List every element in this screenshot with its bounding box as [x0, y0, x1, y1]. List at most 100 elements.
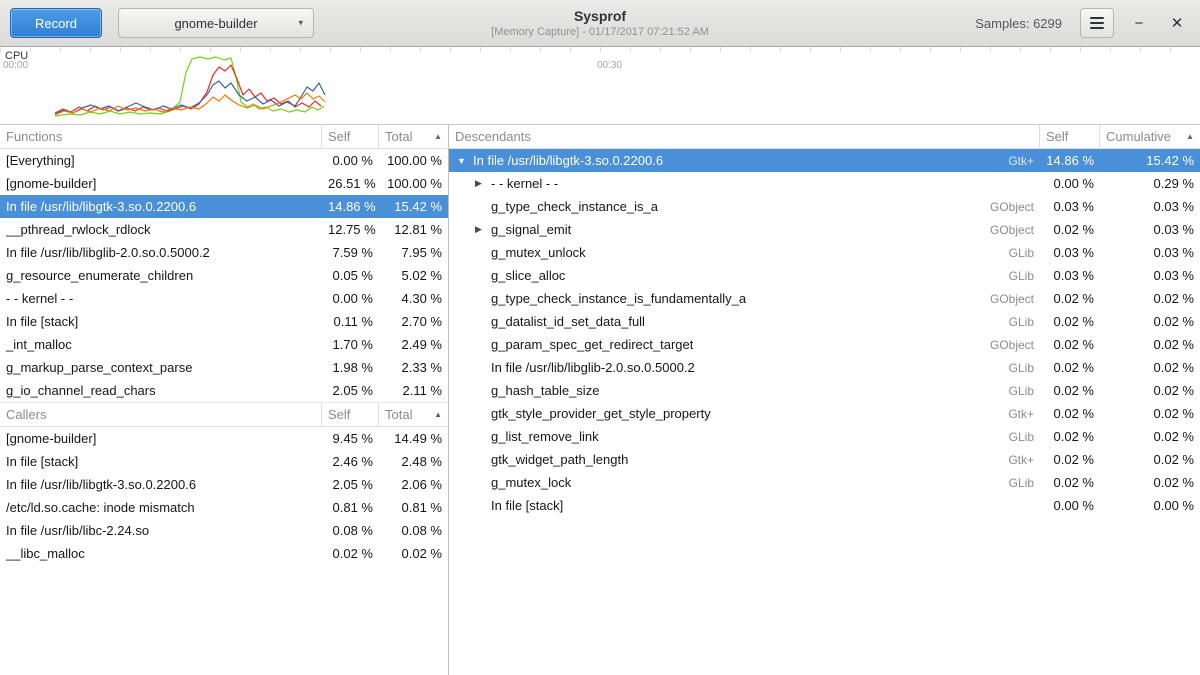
- close-button[interactable]: ✕: [1164, 10, 1190, 36]
- descendants-row[interactable]: In file /usr/lib/libglib-2.0.so.0.5000.2…: [449, 356, 1200, 379]
- self-percent: 0.02 %: [1040, 360, 1100, 375]
- descendants-row[interactable]: gtk_style_provider_get_style_propertyGtk…: [449, 402, 1200, 425]
- descendant-name: g_mutex_unlock: [449, 245, 968, 260]
- descendants-row[interactable]: ▶g_signal_emitGObject0.02 %0.03 %: [449, 218, 1200, 241]
- descendants-row[interactable]: g_slice_allocGLib0.03 %0.03 %: [449, 264, 1200, 287]
- column-header-cumulative[interactable]: Cumulative ▲: [1100, 125, 1200, 148]
- column-header-self[interactable]: Self: [1040, 125, 1100, 148]
- time-label-mid: 00:30: [597, 60, 622, 71]
- callers-row[interactable]: [gnome-builder]9.45 %14.49 %: [0, 427, 448, 450]
- self-percent: 0.02 %: [1040, 475, 1100, 490]
- callers-row[interactable]: In file [stack]2.46 %2.48 %: [0, 450, 448, 473]
- cumulative-percent: 0.02 %: [1100, 452, 1200, 467]
- function-name: In file [stack]: [0, 314, 322, 329]
- function-name: g_hash_table_size: [491, 383, 599, 398]
- expander-closed-icon[interactable]: ▶: [475, 224, 491, 235]
- column-header-callers[interactable]: Callers: [0, 403, 322, 426]
- function-name: g_mutex_unlock: [491, 245, 586, 260]
- descendant-name: In file [stack]: [449, 498, 968, 513]
- self-percent: 0.08 %: [322, 523, 379, 538]
- self-percent: 26.51 %: [322, 176, 379, 191]
- callers-row[interactable]: In file /usr/lib/libc-2.24.so0.08 %0.08 …: [0, 519, 448, 542]
- cpu-timeline[interactable]: CPU 00:00 00:30: [0, 47, 1200, 125]
- self-percent: 2.46 %: [322, 454, 379, 469]
- functions-row[interactable]: In file /usr/lib/libglib-2.0.so.0.5000.2…: [0, 241, 448, 264]
- descendant-name: g_mutex_lock: [449, 475, 968, 490]
- column-header-total[interactable]: Total ▲: [379, 125, 448, 148]
- functions-row[interactable]: [Everything]0.00 %100.00 %: [0, 149, 448, 172]
- functions-row[interactable]: [gnome-builder]26.51 %100.00 %: [0, 172, 448, 195]
- column-header-total[interactable]: Total ▲: [379, 403, 448, 426]
- left-pane: Functions Self Total ▲ [Everything]0.00 …: [0, 125, 449, 675]
- descendants-row[interactable]: gtk_widget_path_lengthGtk+0.02 %0.02 %: [449, 448, 1200, 471]
- expander-closed-icon[interactable]: ▶: [475, 178, 491, 189]
- descendant-name: g_slice_alloc: [449, 268, 968, 283]
- functions-row[interactable]: In file /usr/lib/libgtk-3.so.0.2200.614.…: [0, 195, 448, 218]
- callers-table-header: Callers Self Total ▲: [0, 402, 448, 427]
- process-selector-dropdown[interactable]: gnome-builder ▾: [118, 8, 314, 38]
- descendant-name: g_type_check_instance_is_fundamentally_a: [449, 291, 968, 306]
- function-name: g_markup_parse_context_parse: [0, 360, 322, 375]
- self-percent: 0.11 %: [322, 314, 379, 329]
- descendants-row[interactable]: ▶- - kernel - -0.00 %0.29 %: [449, 172, 1200, 195]
- library-tag: GLib: [968, 246, 1040, 260]
- descendants-row[interactable]: g_hash_table_sizeGLib0.02 %0.02 %: [449, 379, 1200, 402]
- descendants-row[interactable]: g_mutex_unlockGLib0.03 %0.03 %: [449, 241, 1200, 264]
- function-name: In file /usr/lib/libgtk-3.so.0.2200.6: [0, 477, 322, 492]
- self-percent: 0.02 %: [1040, 314, 1100, 329]
- menu-button[interactable]: [1080, 8, 1114, 38]
- callers-row[interactable]: __libc_malloc0.02 %0.02 %: [0, 542, 448, 565]
- self-percent: 0.02 %: [1040, 452, 1100, 467]
- descendants-row[interactable]: In file [stack]0.00 %0.00 %: [449, 494, 1200, 517]
- self-percent: 0.02 %: [1040, 222, 1100, 237]
- descendant-name: g_datalist_id_set_data_full: [449, 314, 968, 329]
- functions-row[interactable]: g_resource_enumerate_children0.05 %5.02 …: [0, 264, 448, 287]
- functions-row[interactable]: In file [stack]0.11 %2.70 %: [0, 310, 448, 333]
- self-percent: 0.02 %: [1040, 406, 1100, 421]
- self-percent: 0.02 %: [1040, 291, 1100, 306]
- sort-arrow-icon: ▲: [428, 132, 442, 141]
- self-percent: 7.59 %: [322, 245, 379, 260]
- column-header-functions[interactable]: Functions: [0, 125, 322, 148]
- descendants-row[interactable]: g_datalist_id_set_data_fullGLib0.02 %0.0…: [449, 310, 1200, 333]
- descendants-row[interactable]: g_type_check_instance_is_aGObject0.03 %0…: [449, 195, 1200, 218]
- descendants-row[interactable]: g_param_spec_get_redirect_targetGObject0…: [449, 333, 1200, 356]
- functions-row[interactable]: _int_malloc1.70 %2.49 %: [0, 333, 448, 356]
- descendants-row[interactable]: g_mutex_lockGLib0.02 %0.02 %: [449, 471, 1200, 494]
- column-label: Self: [1046, 129, 1068, 144]
- functions-table: Functions Self Total ▲ [Everything]0.00 …: [0, 125, 448, 402]
- total-percent: 100.00 %: [379, 153, 448, 168]
- total-percent: 100.00 %: [379, 176, 448, 191]
- callers-row[interactable]: In file /usr/lib/libgtk-3.so.0.2200.62.0…: [0, 473, 448, 496]
- descendants-row[interactable]: g_list_remove_linkGLib0.02 %0.02 %: [449, 425, 1200, 448]
- function-name: In file /usr/lib/libgtk-3.so.0.2200.6: [0, 199, 322, 214]
- self-percent: 0.02 %: [322, 546, 379, 561]
- functions-row[interactable]: __pthread_rwlock_rdlock12.75 %12.81 %: [0, 218, 448, 241]
- cumulative-percent: 0.02 %: [1100, 475, 1200, 490]
- minimize-button[interactable]: −: [1126, 10, 1152, 36]
- function-name: gtk_style_provider_get_style_property: [491, 406, 711, 421]
- library-tag: GObject: [968, 200, 1040, 214]
- library-tag: GLib: [968, 476, 1040, 490]
- functions-row[interactable]: g_io_channel_read_chars2.05 %2.11 %: [0, 379, 448, 402]
- callers-row[interactable]: /etc/ld.so.cache: inode mismatch0.81 %0.…: [0, 496, 448, 519]
- cumulative-percent: 0.02 %: [1100, 337, 1200, 352]
- sort-arrow-icon: ▲: [428, 410, 442, 419]
- column-header-descendants[interactable]: Descendants: [449, 125, 1040, 148]
- self-percent: 0.00 %: [322, 153, 379, 168]
- record-button[interactable]: Record: [10, 8, 102, 38]
- self-percent: 0.00 %: [1040, 176, 1100, 191]
- descendants-table-body: ▼In file /usr/lib/libgtk-3.so.0.2200.6Gt…: [449, 149, 1200, 517]
- functions-row[interactable]: - - kernel - -0.00 %4.30 %: [0, 287, 448, 310]
- expander-open-icon[interactable]: ▼: [457, 156, 473, 166]
- functions-row[interactable]: g_markup_parse_context_parse1.98 %2.33 %: [0, 356, 448, 379]
- function-name: __libc_malloc: [0, 546, 322, 561]
- descendants-row[interactable]: ▼In file /usr/lib/libgtk-3.so.0.2200.6Gt…: [449, 149, 1200, 172]
- self-percent: 0.03 %: [1040, 268, 1100, 283]
- column-label: Cumulative: [1106, 129, 1171, 144]
- cumulative-percent: 0.03 %: [1100, 199, 1200, 214]
- column-header-self[interactable]: Self: [322, 403, 379, 426]
- descendants-row[interactable]: g_type_check_instance_is_fundamentally_a…: [449, 287, 1200, 310]
- function-name: In file [stack]: [0, 454, 322, 469]
- column-header-self[interactable]: Self: [322, 125, 379, 148]
